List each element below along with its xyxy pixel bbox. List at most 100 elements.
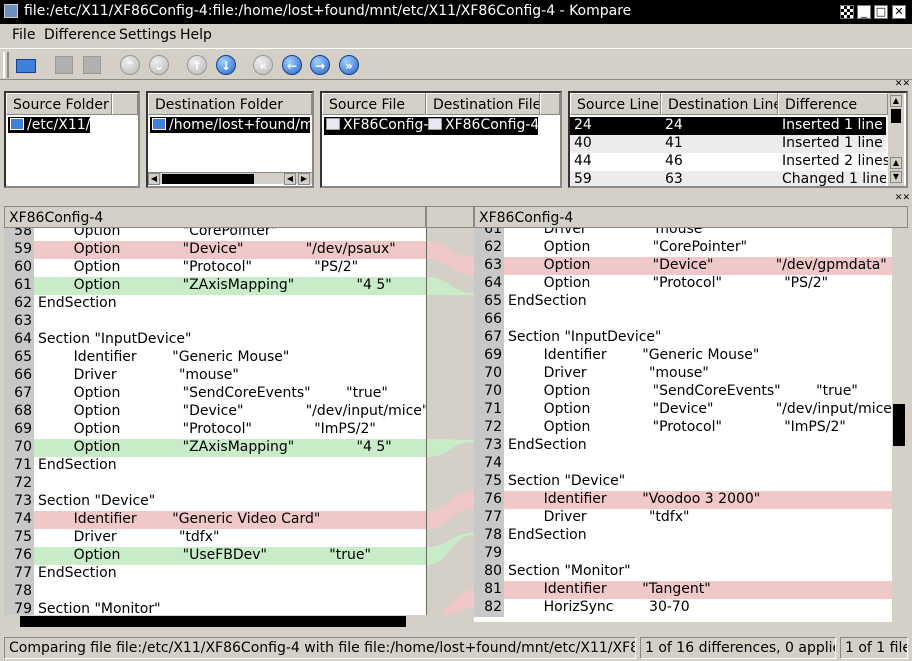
difference-row[interactable]: 40 41 Inserted 1 line xyxy=(570,135,886,153)
vertical-scrollbar[interactable]: ▲ ▲ ▼ xyxy=(888,93,904,186)
difference-row[interactable]: 44 46 Inserted 2 lines xyxy=(570,153,890,171)
unapply-difference-icon[interactable]: ⌄ xyxy=(147,53,171,77)
line-text: Section "Monitor" xyxy=(508,563,631,579)
line-number: 64 xyxy=(474,275,504,293)
window-title: file:/etc/X11/XF86Config-4:file:/home/lo… xyxy=(24,3,632,19)
scroll-up-icon[interactable]: ▲ xyxy=(890,95,902,107)
header-filler xyxy=(540,93,560,115)
line-text: Option "Protocol" "PS/2" xyxy=(508,275,829,291)
right-text-pane[interactable]: 61 Driver "mouse" 62 Option "CorePointer"… xyxy=(474,228,892,622)
menu-file[interactable]: File xyxy=(12,27,35,43)
toolbar-grip[interactable] xyxy=(3,52,9,78)
code-line: 63 Option "Device" "/dev/gpmdata" xyxy=(474,257,892,275)
scroll-left-icon[interactable]: ◀ xyxy=(284,173,296,185)
line-number: 67 xyxy=(474,329,504,347)
sticky-icon[interactable] xyxy=(840,5,854,19)
maximize-icon[interactable]: □ xyxy=(874,5,888,19)
line-number: 60 xyxy=(4,259,34,277)
diff-connector-band xyxy=(427,439,474,457)
diff-view-close-icon[interactable]: ✕✕ xyxy=(880,194,910,204)
right-file-header: XF86Config-4 xyxy=(474,206,908,228)
line-number: 67 xyxy=(4,385,34,403)
left-file-header: XF86Config-4 xyxy=(4,206,426,228)
apply-difference-icon[interactable]: ⌃ xyxy=(118,53,142,77)
line-number: 62 xyxy=(474,239,504,257)
diff-view: XF86Config-4 XF86Config-4 58 Option "Cor… xyxy=(0,206,912,632)
code-line: 82 HorizSync 30-70 xyxy=(474,599,892,617)
status-bar: Comparing file file:/etc/X11/XF86Config-… xyxy=(0,634,912,661)
destination-folder-item[interactable]: /home/lost+found/mnt/ xyxy=(150,117,310,133)
left-text-pane[interactable]: 58 Option "CorePointer" 59 Option "Device… xyxy=(4,228,426,622)
scroll-thumb[interactable] xyxy=(893,404,905,446)
next-difference-icon[interactable]: → xyxy=(308,53,332,77)
horizontal-scrollbar[interactable]: ◀ ◀ ▶ xyxy=(148,172,312,185)
code-line: 65 Identifier "Generic Mouse" xyxy=(4,349,426,367)
code-line: 66 Driver "mouse" xyxy=(4,367,426,385)
destination-folder-header[interactable]: Destination Folder xyxy=(148,93,312,115)
source-folder-item[interactable]: /etc/X11/ xyxy=(8,117,91,133)
line-number: 73 xyxy=(474,437,504,455)
line-number: 75 xyxy=(4,529,34,547)
code-line: 79 xyxy=(474,545,892,563)
line-number: 64 xyxy=(4,331,34,349)
scroll-down-icon[interactable]: ▼ xyxy=(890,171,902,183)
code-line: 70 Option "ZAxisMapping" "4 5" xyxy=(4,439,426,457)
line-text: EndSection xyxy=(508,437,587,453)
save-all-icon[interactable] xyxy=(80,53,104,77)
menu-difference[interactable]: Difference xyxy=(44,27,116,43)
menu-settings[interactable]: Settings xyxy=(119,27,176,43)
close-icon[interactable]: ✕ xyxy=(892,5,906,19)
scroll-thumb[interactable] xyxy=(20,616,406,627)
line-text: Identifier "Generic Video Card" xyxy=(38,511,321,527)
unapply-all-icon[interactable]: ↓ xyxy=(214,53,238,77)
minimize-icon[interactable]: _ xyxy=(857,5,871,19)
line-text: Section "InputDevice" xyxy=(508,329,662,345)
navigation-close-icon[interactable]: ✕✕ xyxy=(880,80,910,90)
code-line: 61 Driver "mouse" xyxy=(474,228,892,239)
left-horizontal-scrollbar[interactable] xyxy=(4,615,474,628)
line-number: 65 xyxy=(4,349,34,367)
code-line: 72 Option "Protocol" "ImPS/2" xyxy=(474,419,892,437)
line-number: 75 xyxy=(474,473,504,491)
scroll-thumb[interactable] xyxy=(162,174,254,184)
scroll-thumb[interactable] xyxy=(891,109,901,123)
previous-file-icon[interactable]: « xyxy=(251,53,275,77)
vertical-scrollbar[interactable] xyxy=(892,228,906,616)
apply-all-icon[interactable]: ↑ xyxy=(185,53,209,77)
code-line: 67 Section "InputDevice" xyxy=(474,329,892,347)
line-number: 74 xyxy=(474,455,504,473)
line-number: 58 xyxy=(4,228,34,241)
source-folder-header[interactable]: Source Folder xyxy=(6,93,112,115)
line-number: 69 xyxy=(4,421,34,439)
line-number: 71 xyxy=(474,401,504,419)
line-number: 70 xyxy=(474,365,504,383)
line-number: 78 xyxy=(4,583,34,601)
open-icon[interactable] xyxy=(14,53,38,77)
menu-help[interactable]: Help xyxy=(180,27,212,43)
code-line: 59 Option "Device" "/dev/psaux" xyxy=(4,241,426,259)
difference-row[interactable]: 59 63 Changed 1 line xyxy=(570,171,886,186)
line-text: Identifier "Tangent" xyxy=(508,581,711,597)
line-text: Option "SendCoreEvents" "true" xyxy=(508,383,858,399)
file-row[interactable]: XF86Config-4 XF86Config-4 xyxy=(324,117,539,135)
line-text: Option "Device" "/dev/input/mice" xyxy=(38,403,426,419)
previous-difference-icon[interactable]: ← xyxy=(280,53,304,77)
line-text: Section "InputDevice" xyxy=(38,331,192,347)
difference-row[interactable]: 24 24 Inserted 1 line xyxy=(570,117,886,135)
scroll-right-icon[interactable]: ▶ xyxy=(298,173,310,185)
difference-header[interactable]: Difference xyxy=(778,93,888,115)
toolbar: ⌃ ⌄ ↑ ↓ « ← → » xyxy=(0,48,912,80)
app-icon xyxy=(4,4,18,18)
next-file-icon[interactable]: » xyxy=(337,53,361,77)
diff-connector xyxy=(426,228,474,622)
source-line-header[interactable]: Source Line xyxy=(570,93,661,115)
save-icon[interactable] xyxy=(52,53,76,77)
scroll-left-icon[interactable]: ◀ xyxy=(148,173,160,185)
differences-panel: Source Line Destination Line Difference … xyxy=(568,91,908,188)
scroll-up-icon[interactable]: ▲ xyxy=(890,157,902,169)
destination-file-header[interactable]: Destination File xyxy=(426,93,540,115)
destination-line-header[interactable]: Destination Line xyxy=(661,93,778,115)
code-line: 81 Identifier "Tangent" xyxy=(474,581,892,599)
source-file-header[interactable]: Source File xyxy=(322,93,426,115)
line-text: Option "Protocol" "PS/2" xyxy=(38,259,359,275)
